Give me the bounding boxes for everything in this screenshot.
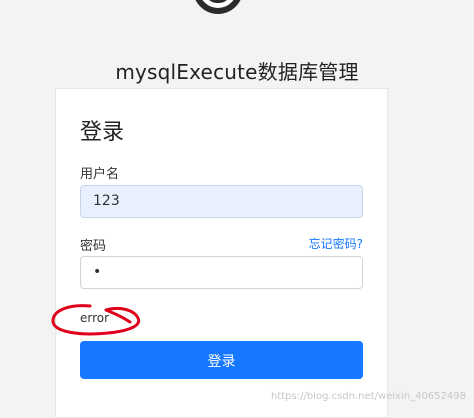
login-button[interactable]: 登录 [80,341,363,379]
password-label: 密码 [80,239,107,254]
password-input[interactable]: • [80,256,363,289]
forgot-password-link[interactable]: 忘记密码? [309,235,363,252]
error-message: error [50,300,145,338]
username-input[interactable]: 123 [80,185,363,218]
login-title: 登录 [80,120,125,145]
username-label: 用户名 [80,167,120,182]
login-card: 登录 用户名 123 密码 忘记密码? • error 登录 [51,88,388,418]
app-title: mysqlExecute数据库管理 [115,60,359,84]
app-logo [193,0,243,14]
error-text: error [80,311,110,325]
watermark: https://blog.csdn.net/weixin_40652498 [270,391,466,402]
